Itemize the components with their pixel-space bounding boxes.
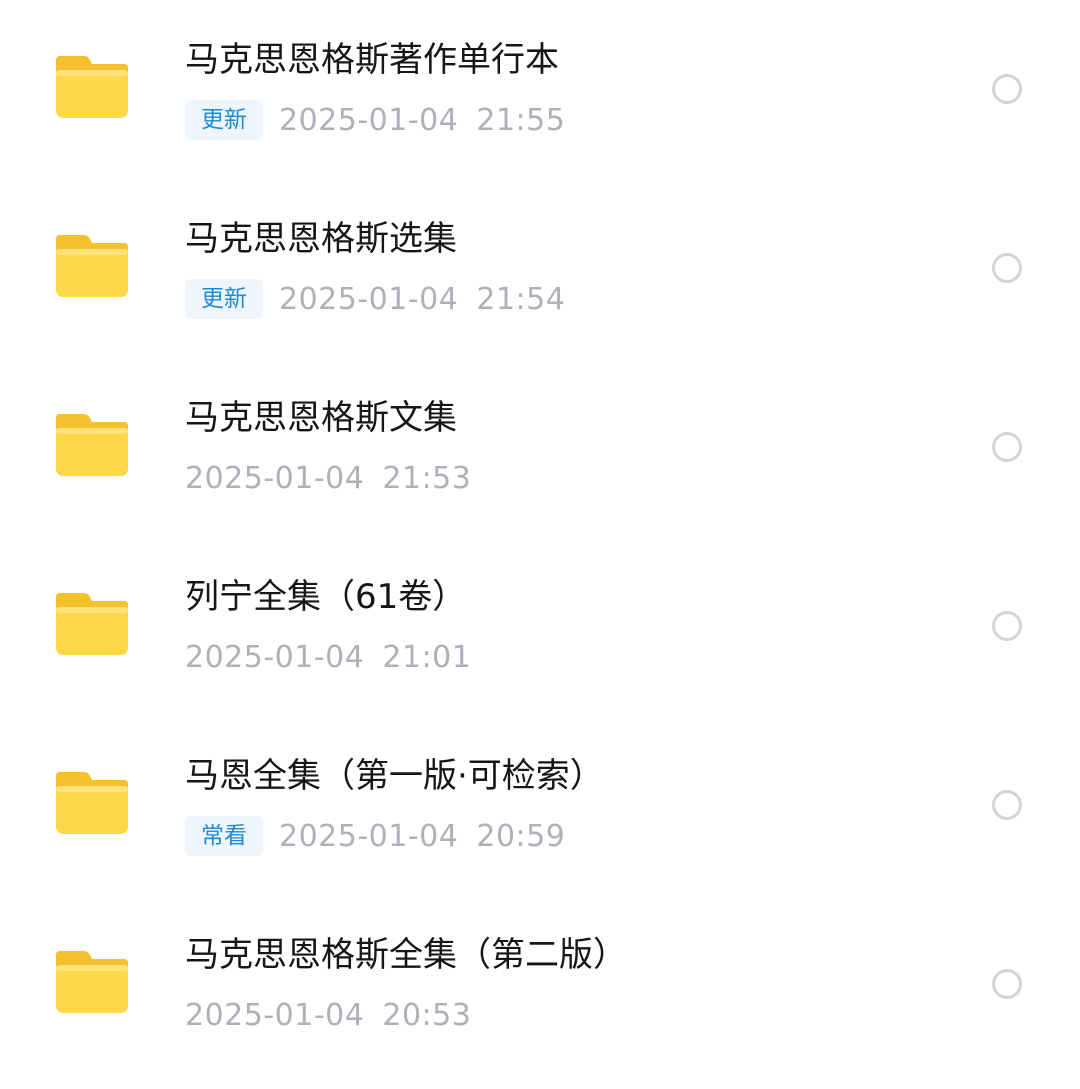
folder-icon [54,591,130,657]
file-row[interactable]: 马克思恩格斯选集 更新 2025-01-04 21:54 [0,179,1080,358]
meta-line: 2025-01-04 21:01 [185,637,471,677]
select-radio-icon[interactable] [992,790,1022,820]
meta-line: 更新 2025-01-04 21:55 [185,100,565,140]
folder-name: 马克思恩格斯著作单行本 [185,40,559,80]
modified-time: 2025-01-04 20:53 [185,997,472,1033]
folder-icon [54,233,130,299]
meta-line: 2025-01-04 21:53 [185,458,471,498]
select-radio-icon[interactable] [992,74,1022,104]
modified-time: 2025-01-04 21:53 [185,460,472,496]
folder-name: 马克思恩格斯文集 [185,398,457,438]
meta-line: 2025-01-04 20:53 [185,995,471,1035]
folder-icon [54,54,130,120]
modified-time: 2025-01-04 20:59 [279,818,566,854]
file-row[interactable]: 马克思恩格斯全集（第二版） 2025-01-04 20:53 [0,895,1080,1074]
folder-name: 列宁全集（61卷） [185,577,467,617]
select-radio-icon[interactable] [992,253,1022,283]
meta-line: 更新 2025-01-04 21:54 [185,279,565,319]
modified-time: 2025-01-04 21:54 [279,281,566,317]
select-radio-icon[interactable] [992,969,1022,999]
meta-line: 常看 2025-01-04 20:59 [185,816,565,856]
modified-time: 2025-01-04 21:55 [279,102,566,138]
modified-time: 2025-01-04 21:01 [185,639,472,675]
select-radio-icon[interactable] [992,611,1022,641]
update-badge: 更新 [185,279,263,319]
update-badge: 更新 [185,100,263,140]
frequent-badge: 常看 [185,816,263,856]
folder-name: 马恩全集（第一版·可检索） [185,756,604,796]
select-radio-icon[interactable] [992,432,1022,462]
folder-name: 马克思恩格斯全集（第二版） [185,935,627,975]
file-row[interactable]: 马克思恩格斯文集 2025-01-04 21:53 [0,358,1080,537]
file-list: 马克思恩格斯著作单行本 更新 2025-01-04 21:55 马克思恩格斯选集… [0,0,1080,1089]
folder-icon [54,412,130,478]
folder-name: 马克思恩格斯选集 [185,219,457,259]
file-row[interactable]: 马恩全集（第一版·可检索） 常看 2025-01-04 20:59 [0,716,1080,895]
folder-icon [54,949,130,1015]
file-row[interactable]: 马克思恩格斯著作单行本 更新 2025-01-04 21:55 [0,0,1080,179]
folder-icon [54,770,130,836]
file-row[interactable]: 列宁全集（61卷） 2025-01-04 21:01 [0,537,1080,716]
